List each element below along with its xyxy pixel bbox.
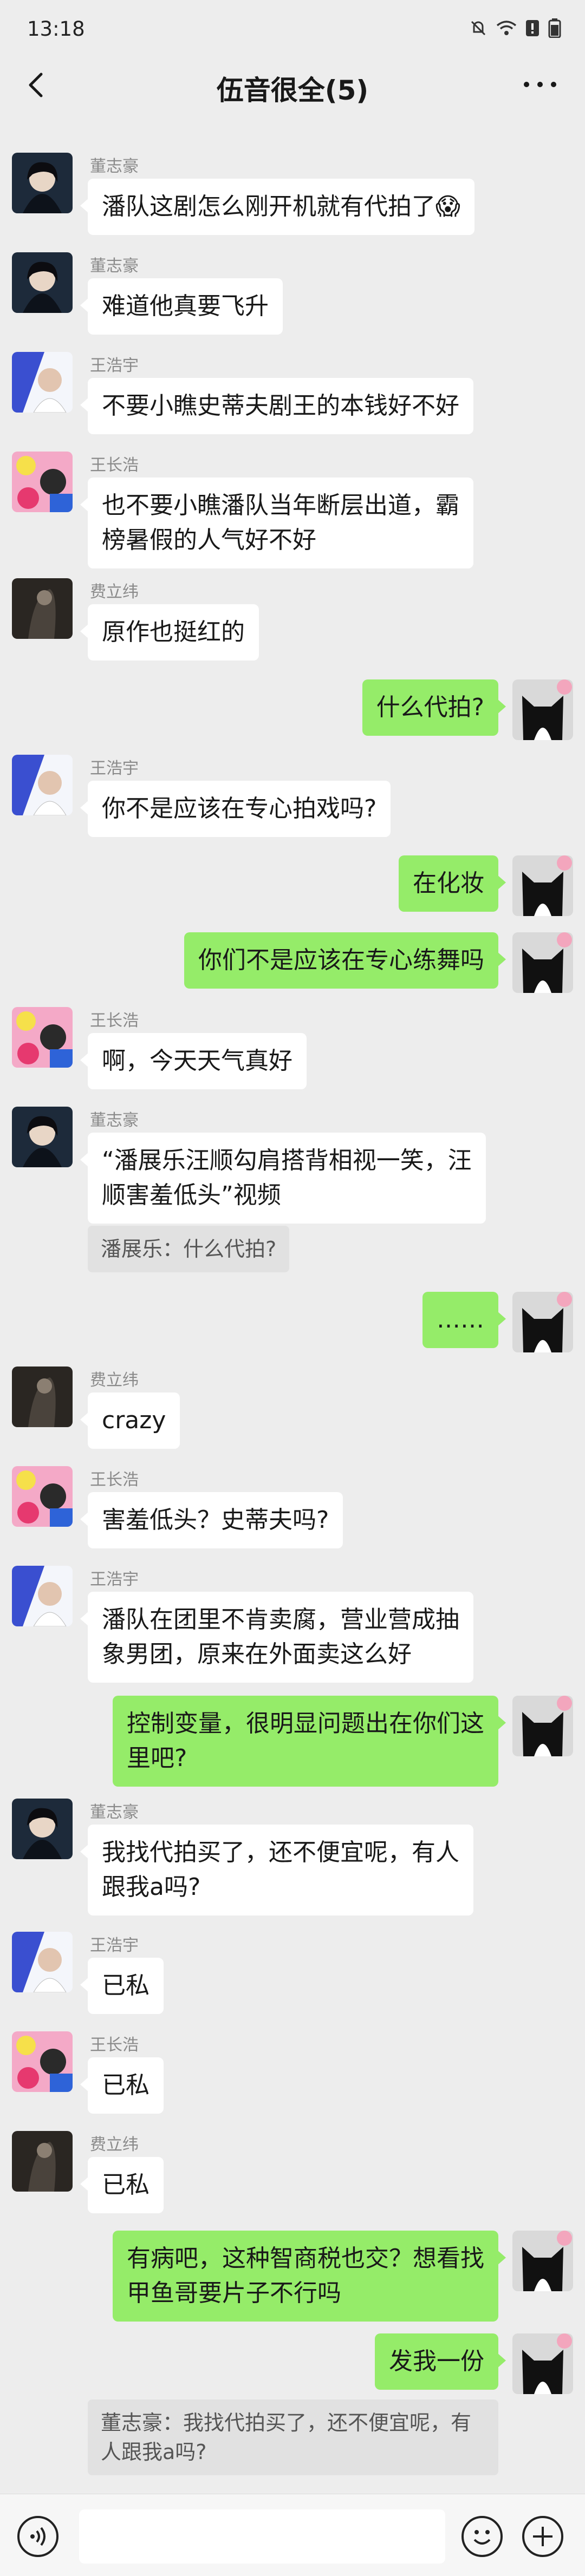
message-input[interactable] <box>79 2509 445 2564</box>
voice-icon[interactable] <box>17 2516 58 2557</box>
avatar-wangchanghao[interactable] <box>12 2031 73 2092</box>
avatar-feiliwei[interactable] <box>12 2131 73 2192</box>
avatar-self[interactable] <box>512 1292 573 1352</box>
message-bubble[interactable]: 啊，今天天气真好 <box>80 1033 307 1089</box>
message-bubble[interactable]: crazy <box>80 1392 180 1449</box>
sender-name: 王长浩 <box>90 2036 139 2055</box>
status-icons <box>469 18 561 38</box>
message-bubble[interactable]: 已私 <box>80 1958 164 2014</box>
plus-icon[interactable] <box>522 2516 563 2557</box>
message-bubble[interactable]: 在化妆 <box>399 855 506 912</box>
message-bubble[interactable]: 我找代拍买了，还不便宜呢，有人 跟我a吗? <box>80 1825 473 1915</box>
sender-name: 费立纬 <box>90 1371 139 1390</box>
emoji-icon[interactable] <box>461 2516 503 2557</box>
sender-name: 王长浩 <box>90 1011 139 1030</box>
sender-name: 董志豪 <box>90 157 139 176</box>
message-bubble[interactable]: 已私 <box>80 2057 164 2114</box>
avatar-wangchanghao[interactable] <box>12 1466 73 1527</box>
status-time: 13:18 <box>27 17 85 41</box>
sender-name: 王浩宇 <box>90 1936 139 1955</box>
avatar-wanghaoyu[interactable] <box>12 1932 73 1992</box>
avatar-dongzhihao[interactable] <box>12 1799 73 1859</box>
more-icon[interactable] <box>521 71 559 98</box>
avatar-self[interactable] <box>512 932 573 993</box>
avatar-self[interactable] <box>512 1696 573 1756</box>
avatar-dongzhihao[interactable] <box>12 153 73 213</box>
sender-name: 王浩宇 <box>90 1570 139 1589</box>
message-bubble[interactable]: 控制变量，很明显问题出在你们这 里吧? <box>113 1696 506 1787</box>
message-bubble[interactable]: 原作也挺红的 <box>80 604 259 661</box>
message-bubble[interactable]: …… <box>422 1292 506 1348</box>
avatar-wanghaoyu[interactable] <box>12 1566 73 1626</box>
avatar-wangchanghao[interactable] <box>12 452 73 512</box>
message-bubble[interactable]: 潘队在团里不肯卖腐，营业营成抽 象男团，原来在外面卖这么好 <box>80 1592 473 1683</box>
sender-name: 董志豪 <box>90 1803 139 1822</box>
message-bubble[interactable]: 不要小瞧史蒂夫剧王的本钱好不好 <box>80 378 473 434</box>
sender-name: 费立纬 <box>90 583 139 601</box>
sender-name: 董志豪 <box>90 257 139 276</box>
message-bubble[interactable]: 你不是应该在专心拍戏吗? <box>80 781 391 837</box>
message-bubble[interactable]: 有病吧，这种智商税也交？想看找 甲鱼哥要片子不行吗 <box>113 2231 506 2322</box>
sender-name: 王长浩 <box>90 456 139 475</box>
avatar-wangchanghao[interactable] <box>12 1007 73 1068</box>
quoted-message[interactable]: 潘展乐：什么代拍? <box>88 1226 290 1272</box>
message-bubble[interactable]: 你们不是应该在专心练舞吗 <box>184 932 506 989</box>
message-bubble[interactable]: 难道他真要飞升 <box>80 278 283 335</box>
sender-name: 王长浩 <box>90 1470 139 1489</box>
avatar-self[interactable] <box>512 855 573 916</box>
message-bubble[interactable]: 潘队这剧怎么刚开机就有代拍了😱 <box>80 179 474 235</box>
sender-name: 费立纬 <box>90 2135 139 2154</box>
input-bar <box>0 2494 585 2576</box>
message-bubble[interactable]: 害羞低头？史蒂夫吗? <box>80 1492 343 1548</box>
message-bubble[interactable]: 也不要小瞧潘队当年断层出道，霸 榜暑假的人气好不好 <box>80 478 473 568</box>
sender-name: 王浩宇 <box>90 759 139 778</box>
message-bubble[interactable]: 什么代拍? <box>362 679 506 736</box>
message-bubble[interactable]: 已私 <box>80 2157 164 2213</box>
avatar-dongzhihao[interactable] <box>12 1107 73 1167</box>
avatar-self[interactable] <box>512 679 573 740</box>
avatar-self[interactable] <box>512 2231 573 2291</box>
wifi-icon <box>496 21 517 35</box>
avatar-wanghaoyu[interactable] <box>12 352 73 413</box>
avatar-feiliwei[interactable] <box>12 1367 73 1427</box>
chat-title: 伍音很全(5) <box>216 75 369 106</box>
avatar-dongzhihao[interactable] <box>12 252 73 313</box>
chat-header: 伍音很全(5) <box>0 51 585 122</box>
avatar-wanghaoyu[interactable] <box>12 755 73 815</box>
avatar-feiliwei[interactable] <box>12 578 73 639</box>
message-bubble[interactable]: 发我一份 <box>375 2333 506 2390</box>
mute-icon <box>471 21 486 36</box>
avatar-self[interactable] <box>512 2333 573 2394</box>
message-bubble[interactable]: “潘展乐汪顺勾肩搭背相视一笑，汪 顺害羞低头”视频 <box>80 1133 486 1224</box>
quoted-message[interactable]: 董志豪：我找代拍买了，还不便宜呢，有 人跟我a吗? <box>88 2400 498 2475</box>
sender-name: 王浩宇 <box>90 356 139 375</box>
battery-icon <box>548 18 561 38</box>
sender-name: 董志豪 <box>90 1111 139 1130</box>
alert-icon <box>526 20 539 36</box>
